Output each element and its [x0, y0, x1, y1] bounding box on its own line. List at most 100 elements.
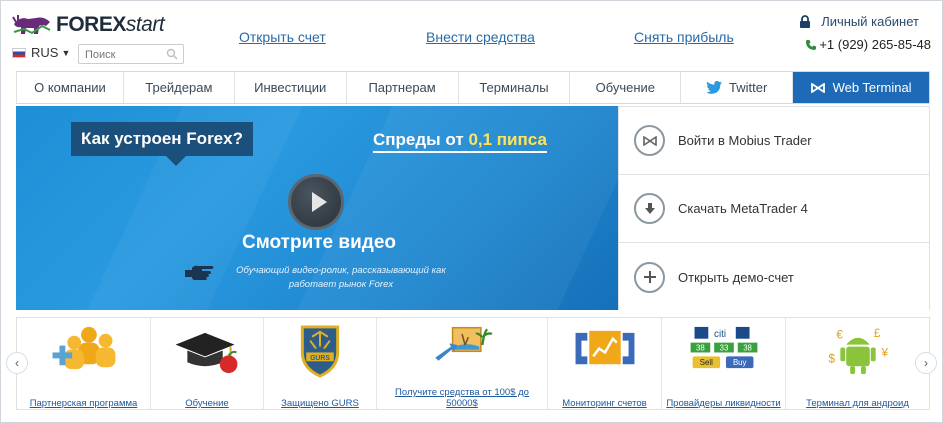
spreads-value: 0,1 пипса [468, 130, 547, 149]
pointing-hand-icon [185, 265, 214, 280]
gurs-shield-icon: GURS [300, 325, 340, 378]
carousel-item-label: Партнерская программа [29, 398, 138, 409]
main-nav: О компании Трейдерам Инвестиции Партнера… [16, 71, 930, 104]
web-terminal-label: Web Terminal [832, 80, 912, 95]
carousel-item-funding[interactable]: Получите средства от 100$ до 50000$ [376, 318, 547, 409]
nav-item-traders[interactable]: Трейдерам [122, 72, 234, 103]
spreads-prefix: Спреды от [373, 130, 469, 149]
play-button[interactable] [288, 174, 344, 230]
logo-text-italic: start [125, 13, 165, 36]
open-demo-label: Открыть демо-счет [678, 269, 794, 285]
banner-description: Обучающий видео-ролик, рассказывающий ка… [236, 265, 446, 290]
chevron-right-icon: › [924, 356, 928, 370]
mobius-bowtie-icon [810, 82, 825, 93]
carousel-item-partner-program[interactable]: Партнерская программа [17, 318, 150, 409]
logo-text: FOREXstart [56, 13, 165, 37]
twitter-label: Twitter [729, 80, 768, 95]
nav-item-web-terminal[interactable]: Web Terminal [792, 72, 929, 103]
caret-down-icon: ▼ [61, 47, 71, 58]
nav-item-label: Трейдерам [145, 80, 213, 95]
island-frame-icon [435, 326, 493, 361]
phone-icon [806, 39, 817, 50]
carousel-item-monitoring[interactable]: Мониторинг счетов [547, 318, 661, 409]
tile-text: 38 [743, 344, 752, 353]
mobius-login-label: Войти в Mobius Trader [678, 133, 812, 148]
features-carousel: Партнерская программа Обучение GURS Защи… [16, 317, 930, 410]
play-icon [312, 192, 327, 212]
tile-text: Sell [699, 358, 712, 367]
logo-text-bold: FOREX [56, 13, 126, 36]
tile-text: Buy [732, 358, 746, 367]
carousel-item-education[interactable]: Обучение [150, 318, 263, 409]
withdraw-link[interactable]: Снять прибыль [634, 29, 734, 45]
people-group-icon [52, 326, 115, 370]
mobius-login-button[interactable]: Войти в Mobius Trader [619, 107, 929, 175]
phone-number[interactable]: +1 (929) 265-85-48 [805, 37, 931, 52]
nav-item-investments[interactable]: Инвестиции [233, 72, 346, 103]
carousel-item-label: Обучение [185, 398, 229, 409]
logo[interactable]: FOREXstart [12, 10, 182, 40]
search-input[interactable] [79, 46, 165, 64]
bank-logos-icon: citi 38 33 38 Sell Buy [690, 326, 757, 369]
android-robot-icon: € £ ¥ $ [828, 327, 888, 375]
language-label: RUS [31, 45, 59, 60]
nav-item-label: Партнерам [368, 80, 436, 95]
phone-label: +1 (929) 265-85-48 [819, 37, 931, 52]
monitoring-chart-icon [575, 330, 634, 365]
deposit-link[interactable]: Внести средства [426, 29, 535, 45]
nav-item-partners[interactable]: Партнерам [345, 72, 458, 103]
svg-text:€: € [836, 329, 843, 342]
russia-flag-icon [12, 47, 26, 58]
download-mt4-label: Скачать MetaTrader 4 [678, 201, 808, 216]
carousel-item-label: Провайдеры ликвидности [666, 398, 781, 409]
watch-video-label: Смотрите видео [242, 232, 396, 253]
speech-tail [166, 156, 186, 166]
svg-text:¥: ¥ [880, 346, 888, 359]
nav-item-label: О компании [34, 80, 106, 95]
nav-item-terminals[interactable]: Терминалы [457, 72, 570, 103]
carousel-next-button[interactable]: › [915, 352, 937, 374]
banner-question: Как устроен Forex? [71, 122, 253, 156]
open-account-link[interactable]: Открыть счет [239, 29, 326, 45]
carousel-prev-button[interactable]: ‹ [6, 352, 28, 374]
personal-cabinet-link[interactable]: Личный кабинет [799, 14, 919, 29]
lock-icon [800, 15, 811, 28]
nav-item-label: Терминалы [479, 80, 549, 95]
mobius-circle-icon [634, 125, 665, 156]
svg-text:£: £ [873, 327, 880, 340]
cabinet-label: Личный кабинет [821, 14, 919, 29]
quick-actions: Войти в Mobius Trader Скачать MetaTrader… [618, 106, 930, 311]
tile-text: 33 [719, 344, 728, 353]
plus-glyph-icon [643, 271, 656, 283]
svg-text:$: $ [828, 352, 835, 365]
arrow-down-icon [644, 202, 655, 214]
search-box [78, 44, 184, 64]
tile-text: 38 [696, 344, 705, 353]
nav-item-about[interactable]: О компании [16, 72, 123, 103]
twitter-icon [706, 81, 723, 94]
carousel-item-label: Защищено GURS [281, 398, 359, 409]
video-banner[interactable]: Как устроен Forex? Спреды от 0,1 пипса С… [16, 106, 618, 310]
mobius-bowtie-icon [642, 135, 657, 146]
carousel-item-label: Мониторинг счетов [562, 398, 647, 409]
nav-item-education[interactable]: Обучение [569, 72, 680, 103]
carousel-item-liquidity[interactable]: citi 38 33 38 Sell Buy Провайдеры ликвид… [661, 318, 785, 409]
search-icon[interactable] [166, 48, 178, 60]
nav-item-label: Обучение [595, 80, 656, 95]
citi-logo-text: citi [714, 329, 726, 340]
download-mt4-button[interactable]: Скачать MetaTrader 4 [619, 175, 929, 243]
gurs-badge-text: GURS [310, 355, 330, 362]
open-demo-button[interactable]: Открыть демо-счет [619, 243, 929, 311]
chevron-left-icon: ‹ [15, 356, 19, 370]
language-selector[interactable]: RUS ▼ [12, 45, 70, 60]
nav-item-label: Инвестиции [254, 80, 327, 95]
carousel-item-label: Получите средства от 100$ до 50000$ [395, 387, 529, 409]
spreads-headline: Спреды от 0,1 пипса [373, 130, 547, 153]
carousel-item-label: Терминал для андроид [806, 398, 909, 409]
download-icon [634, 193, 665, 224]
carousel-item-gurs[interactable]: GURS Защищено GURS [263, 318, 376, 409]
plus-icon [634, 261, 665, 293]
graduation-cap-icon [175, 332, 238, 374]
nav-item-twitter[interactable]: Twitter [680, 72, 792, 103]
carousel-item-android[interactable]: € £ ¥ $ Терминал для андроид [785, 318, 929, 409]
